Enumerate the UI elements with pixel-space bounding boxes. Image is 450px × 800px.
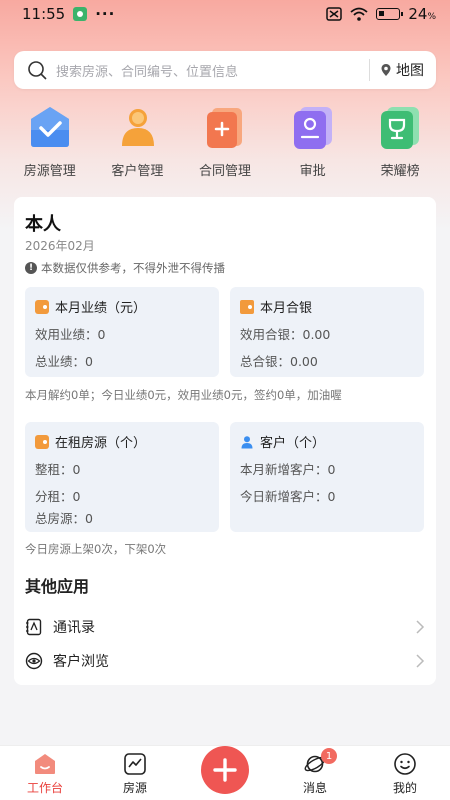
contacts-book-icon — [26, 618, 42, 636]
contacts-label: 通讯录 — [53, 620, 95, 636]
message-badge: 1 — [321, 748, 337, 764]
quick-house-management[interactable]: 房源管理 — [8, 104, 92, 184]
quick-approval[interactable]: 审批 — [271, 104, 355, 184]
quick-label: 审批 — [299, 164, 326, 179]
tab-label: 消息 — [302, 781, 327, 795]
info-icon: ! — [25, 262, 37, 274]
today-listing-summary: 今日房源上架0次，下架0次 — [25, 542, 167, 556]
effective-performance: 效用业绩：0 — [35, 327, 106, 342]
quick-label: 合同管理 — [198, 164, 251, 179]
battery-percent: 24% — [408, 5, 436, 23]
quick-customer-management[interactable]: 客户管理 — [95, 104, 179, 184]
performance-panel[interactable]: 本月业绩（元） 效用业绩：0 总业绩：0 — [25, 287, 219, 377]
customer-browse-row[interactable]: 客户浏览 — [25, 647, 425, 675]
chart-trend-icon — [124, 753, 146, 775]
contract-add-icon — [206, 108, 242, 148]
contacts-row[interactable]: 通讯录 — [25, 613, 425, 641]
total-houses-count: 总房源：0 — [35, 511, 93, 526]
customers-panel[interactable]: 客户（个） 本月新增客户：0 今日新增客户：0 — [230, 422, 424, 532]
rentals-panel[interactable]: 在租房源（个） 整租：0 分租：0 总房源：0 — [25, 422, 219, 532]
location-pin-icon — [381, 64, 391, 76]
tab-label: 我的 — [392, 781, 417, 795]
tab-messages[interactable]: 1 消息 — [280, 748, 350, 796]
app-notification-icon — [73, 7, 88, 21]
house-check-icon — [30, 107, 69, 147]
chevron-right-icon — [416, 654, 425, 668]
trophy-icon — [381, 107, 420, 149]
quick-label: 荣耀榜 — [380, 164, 420, 179]
search-input[interactable]: 搜索房源、合同编号、位置信息 — [56, 61, 359, 80]
panel-title: 在租房源（个） — [55, 436, 147, 451]
card-title: 本人 — [25, 214, 61, 235]
total-performance: 总业绩：0 — [35, 354, 93, 369]
data-notice: ! 本数据仅供参考，不得外泄不得传播 — [25, 260, 225, 276]
tab-label: 工作台 — [26, 781, 63, 795]
map-button[interactable]: 地图 — [380, 60, 424, 80]
panel-title: 本月业绩（元） — [55, 301, 147, 316]
wallet-icon — [35, 299, 49, 314]
tab-mine[interactable]: 我的 — [370, 752, 440, 796]
more-notifications-icon: ··· — [95, 5, 116, 23]
month-new-customers: 本月新增客户：0 — [240, 462, 336, 477]
folder-icon — [240, 299, 254, 314]
shared-rent-count: 分租：0 — [35, 489, 81, 504]
person-icon — [122, 109, 155, 146]
tab-label: 房源 — [122, 781, 147, 795]
home-icon — [35, 754, 55, 774]
today-new-customers: 今日新增客户：0 — [240, 489, 336, 504]
notice-text: 本数据仅供参考，不得外泄不得传播 — [41, 261, 225, 275]
contract-panel[interactable]: 本月合银 效用合银：0.00 总合银：0.00 — [230, 287, 424, 377]
effective-contract-amount: 效用合银：0.00 — [240, 327, 331, 342]
plus-icon — [213, 758, 237, 782]
status-bar: 11:55 ··· 24% — [0, 0, 450, 28]
wallet-icon — [35, 434, 49, 449]
battery-icon — [376, 8, 404, 20]
quick-contract-management[interactable]: 合同管理 — [183, 104, 267, 184]
approval-icon — [293, 107, 332, 149]
customer-browse-label: 客户浏览 — [53, 654, 109, 670]
quick-honor-board[interactable]: 荣耀榜 — [358, 104, 442, 184]
tab-houses[interactable]: 房源 — [100, 752, 170, 796]
eye-icon — [25, 652, 43, 670]
tab-workbench[interactable]: 工作台 — [10, 752, 80, 796]
panel-title: 本月合银 — [260, 301, 313, 316]
chevron-right-icon — [416, 620, 425, 634]
add-button[interactable] — [201, 746, 249, 794]
wifi-icon — [350, 7, 368, 21]
panel-title: 客户（个） — [260, 436, 326, 451]
tab-add[interactable] — [190, 746, 260, 796]
map-label: 地图 — [396, 63, 424, 79]
bottom-tab-bar: 工作台 房源 1 消息 我的 — [0, 745, 450, 800]
search-divider — [369, 59, 370, 81]
quick-label: 房源管理 — [23, 164, 76, 179]
other-apps-title: 其他应用 — [25, 577, 90, 596]
whole-rent-count: 整租：0 — [35, 462, 81, 477]
search-bar[interactable]: 搜索房源、合同编号、位置信息 地图 — [14, 51, 436, 89]
status-time: 11:55 — [22, 5, 66, 23]
smiley-icon — [394, 753, 416, 775]
user-icon — [241, 435, 253, 448]
quick-label: 客户管理 — [111, 164, 164, 179]
search-icon — [28, 61, 47, 80]
sim-off-icon — [326, 7, 343, 21]
quick-actions: 房源管理 客户管理 合同管理 审批 荣耀榜 — [0, 104, 450, 184]
stats-card: 本人 2026年02月 ! 本数据仅供参考，不得外泄不得传播 本月业绩（元） 效… — [14, 197, 436, 685]
total-contract-amount: 总合银：0.00 — [240, 354, 318, 369]
month-summary: 本月解约0单；今日业绩0元，效用业绩0元，签约0单，加油喔 — [25, 388, 342, 402]
card-date: 2026年02月 — [25, 239, 95, 253]
